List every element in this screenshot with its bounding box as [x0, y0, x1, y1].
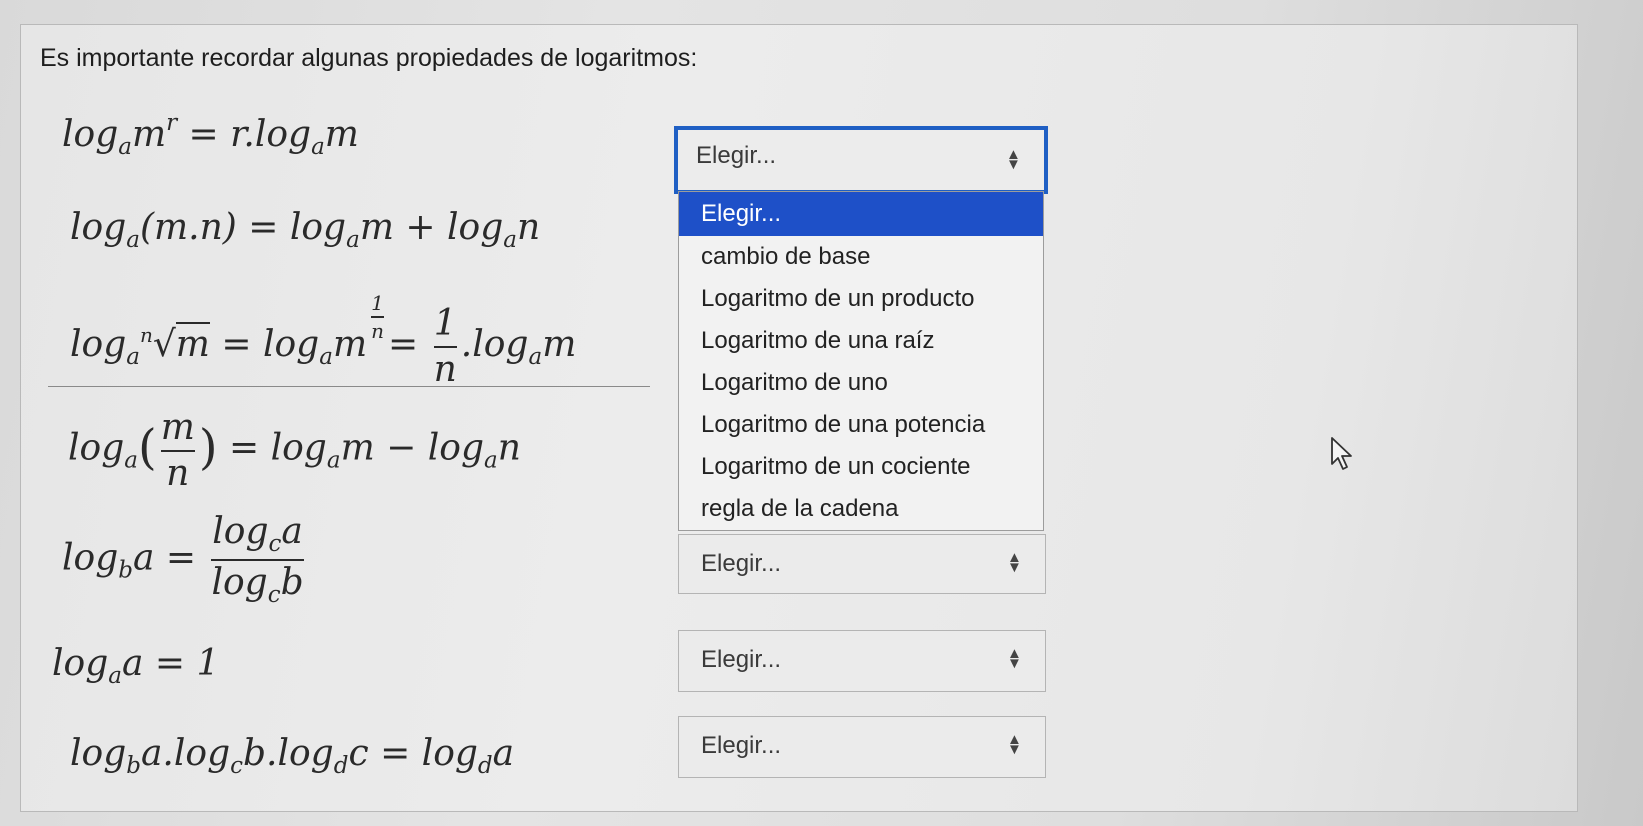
updown-arrows-icon: ▲ ▼ [1006, 146, 1021, 173]
formula-product: loga(m.n) = logam + logan [70, 207, 541, 253]
select-value: Elegir... [701, 550, 782, 577]
answer-select-4[interactable]: Elegir... ▲ ▼ [678, 716, 1046, 778]
mouse-pointer-icon [1331, 437, 1352, 470]
select-value: Elegir... [701, 646, 782, 673]
answer-select-1[interactable]: Elegir... ▲ ▼ [674, 126, 1048, 194]
updown-arrows-icon: ▲ ▼ [1007, 549, 1022, 576]
formula-change-of-base: logba = logca logcb [62, 511, 304, 609]
option-logaritmo-cociente[interactable]: Logaritmo de un cociente [679, 446, 1043, 488]
option-elegir[interactable]: Elegir... [679, 192, 1043, 236]
updown-arrows-icon: ▲ ▼ [1007, 731, 1022, 758]
formula-power: logamr = r.logam [62, 110, 359, 160]
answer-select-2[interactable]: Elegir... ▲ ▼ [678, 534, 1046, 594]
option-logaritmo-producto[interactable]: Logaritmo de un producto [679, 278, 1043, 320]
formula-quotient: loga(m n) = logam − logan [68, 407, 521, 494]
option-logaritmo-raiz[interactable]: Logaritmo de una raíz [679, 320, 1043, 362]
formula-chain-rule: logba.logcb.logdc = logda [70, 733, 515, 779]
formula-log-of-one: logaa = 1 [52, 643, 220, 689]
updown-arrows-icon: ▲ ▼ [1007, 645, 1022, 672]
answer-select-3[interactable]: Elegir... ▲ ▼ [678, 630, 1046, 692]
answer-dropdown-list[interactable]: Elegir... cambio de base Logaritmo de un… [678, 191, 1044, 531]
intro-text: Es importante recordar algunas propiedad… [40, 44, 698, 72]
divider-line [48, 386, 650, 387]
select-value: Elegir... [701, 732, 782, 759]
option-cambio-de-base[interactable]: cambio de base [679, 236, 1043, 278]
option-logaritmo-potencia[interactable]: Logaritmo de una potencia [679, 404, 1043, 446]
option-logaritmo-uno[interactable]: Logaritmo de uno [679, 362, 1043, 404]
option-regla-cadena[interactable]: regla de la cadena [679, 488, 1043, 530]
formula-root: logan√m = logam 1 n = 1 n .logam [70, 291, 577, 390]
select-value: Elegir... [696, 142, 777, 169]
